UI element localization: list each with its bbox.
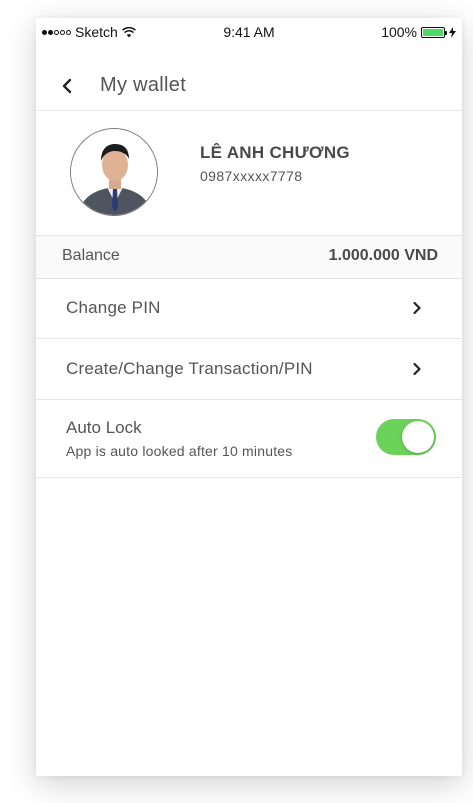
auto-lock-title: Auto Lock <box>66 418 142 437</box>
nav-bar: My wallet <box>36 66 462 111</box>
chevron-left-icon <box>62 78 72 94</box>
avatar <box>70 128 158 216</box>
battery-percent: 100% <box>381 24 417 40</box>
battery-icon <box>421 26 447 38</box>
charging-icon <box>449 26 456 38</box>
auto-lock-row: Auto Lock App is auto looked after 10 mi… <box>36 402 462 478</box>
profile-name: LÊ ANH CHƯƠNG <box>200 143 350 162</box>
transaction-pin-label: Create/Change Transaction/PIN <box>66 359 313 378</box>
change-pin-row[interactable]: Change PIN <box>36 279 462 339</box>
status-right: 100% <box>381 24 456 40</box>
auto-lock-subtitle: App is auto looked after 10 minutes <box>66 443 293 459</box>
balance-row: Balance 1.000.000 VND <box>36 236 462 279</box>
chevron-right-icon <box>413 362 421 376</box>
balance-label: Balance <box>62 247 120 264</box>
back-button[interactable] <box>56 74 80 98</box>
profile-section: LÊ ANH CHƯƠNG 0987xxxxx7778 <box>36 111 462 236</box>
balance-value: 1.000.000 VND <box>328 247 438 264</box>
auto-lock-toggle[interactable] <box>376 419 436 455</box>
status-bar: Sketch 9:41 AM 100% <box>36 18 462 48</box>
page-title: My wallet <box>100 74 187 96</box>
profile-phone: 0987xxxxx7778 <box>200 168 303 184</box>
toggle-knob <box>402 421 434 453</box>
transaction-pin-row[interactable]: Create/Change Transaction/PIN <box>36 340 462 400</box>
change-pin-label: Change PIN <box>66 298 161 317</box>
profile-photo <box>71 129 157 215</box>
phone-screen: Sketch 9:41 AM 100% My wallet LÊ ANH CHƯ… <box>36 18 462 776</box>
chevron-right-icon <box>413 301 421 315</box>
